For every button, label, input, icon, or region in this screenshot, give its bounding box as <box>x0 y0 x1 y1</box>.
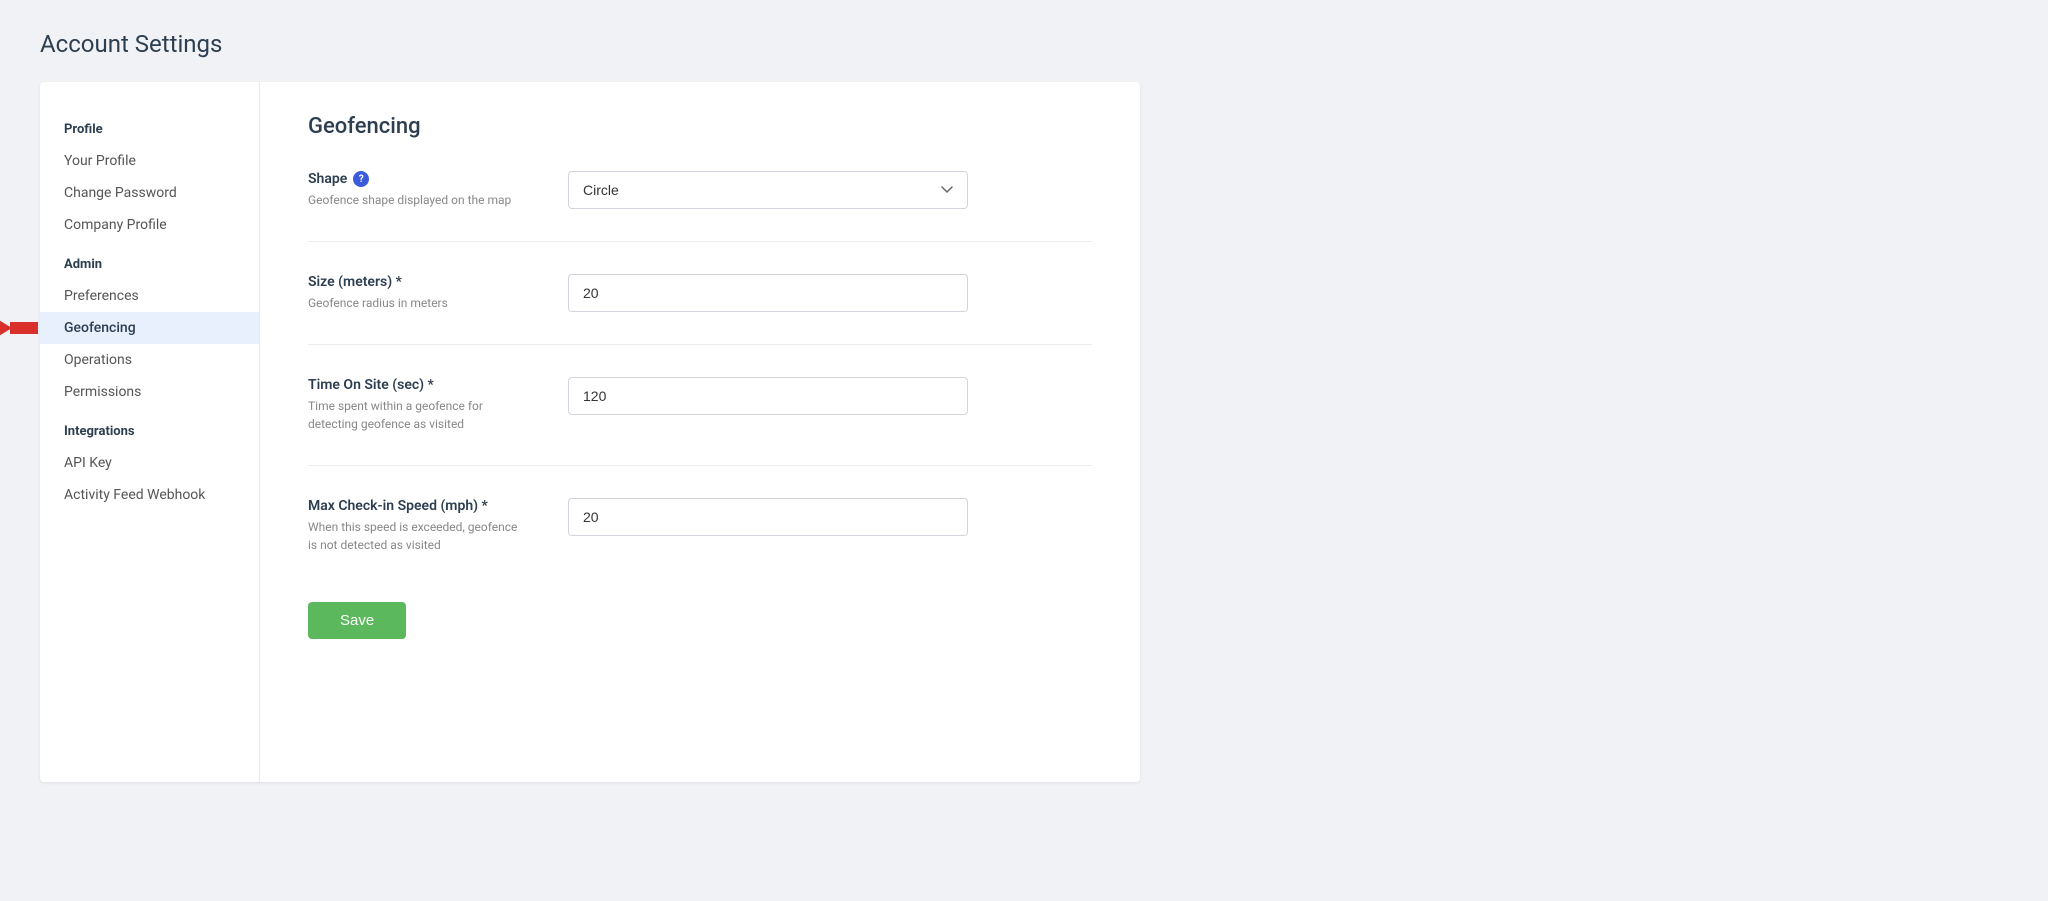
divider-2 <box>308 344 1092 345</box>
size-label: Size (meters) * <box>308 274 528 290</box>
size-input-col <box>568 274 1092 312</box>
sidebar: Profile Your Profile Change Password Com… <box>40 82 260 782</box>
shape-help-icon[interactable]: ? <box>353 171 369 187</box>
form-section-shape: Shape ? Geofence shape displayed on the … <box>308 171 1092 209</box>
shape-select[interactable]: Circle Rectangle Polygon <box>568 171 968 209</box>
arrow-indicator <box>0 310 38 346</box>
main-content: Geofencing Shape ? Geofence shape displa… <box>260 82 1140 782</box>
divider-3 <box>308 465 1092 466</box>
content-title: Geofencing <box>308 114 1092 139</box>
sidebar-item-api-key[interactable]: API Key <box>40 447 259 479</box>
max-checkin-speed-input-col <box>568 498 1092 554</box>
shape-input-col: Circle Rectangle Polygon <box>568 171 1092 209</box>
main-card: Profile Your Profile Change Password Com… <box>40 82 1140 782</box>
shape-description: Geofence shape displayed on the map <box>308 191 528 209</box>
sidebar-item-your-profile[interactable]: Your Profile <box>40 145 259 177</box>
sidebar-section-admin: Admin Preferences Geofencing Operations … <box>40 241 259 408</box>
save-button[interactable]: Save <box>308 602 406 639</box>
sidebar-section-admin-label: Admin <box>40 241 259 280</box>
save-row: Save <box>308 586 1092 639</box>
sidebar-item-operations[interactable]: Operations <box>40 344 259 376</box>
max-checkin-speed-input[interactable] <box>568 498 968 536</box>
shape-label: Shape ? <box>308 171 528 187</box>
sidebar-section-integrations: Integrations API Key Activity Feed Webho… <box>40 408 259 511</box>
form-section-time-on-site: Time On Site (sec) * Time spent within a… <box>308 377 1092 433</box>
time-on-site-label-col: Time On Site (sec) * Time spent within a… <box>308 377 528 433</box>
time-on-site-input[interactable] <box>568 377 968 415</box>
max-checkin-speed-label-col: Max Check-in Speed (mph) * When this spe… <box>308 498 528 554</box>
sidebar-item-company-profile[interactable]: Company Profile <box>40 209 259 241</box>
sidebar-section-profile: Profile Your Profile Change Password Com… <box>40 106 259 241</box>
time-on-site-input-col <box>568 377 1092 433</box>
sidebar-section-profile-label: Profile <box>40 106 259 145</box>
size-input[interactable] <box>568 274 968 312</box>
sidebar-item-permissions[interactable]: Permissions <box>40 376 259 408</box>
sidebar-item-activity-feed-webhook[interactable]: Activity Feed Webhook <box>40 479 259 511</box>
time-on-site-description: Time spent within a geofence for detecti… <box>308 397 528 433</box>
page-title: Account Settings <box>40 30 2008 58</box>
max-checkin-speed-description: When this speed is exceeded, geofence is… <box>308 518 528 554</box>
sidebar-item-preferences[interactable]: Preferences <box>40 280 259 312</box>
shape-label-col: Shape ? Geofence shape displayed on the … <box>308 171 528 209</box>
time-on-site-label: Time On Site (sec) * <box>308 377 528 393</box>
size-label-col: Size (meters) * Geofence radius in meter… <box>308 274 528 312</box>
sidebar-item-geofencing[interactable]: Geofencing <box>40 312 259 344</box>
size-description: Geofence radius in meters <box>308 294 528 312</box>
max-checkin-speed-label: Max Check-in Speed (mph) * <box>308 498 528 514</box>
sidebar-item-change-password[interactable]: Change Password <box>40 177 259 209</box>
form-section-max-checkin-speed: Max Check-in Speed (mph) * When this spe… <box>308 498 1092 554</box>
form-section-size: Size (meters) * Geofence radius in meter… <box>308 274 1092 312</box>
sidebar-section-integrations-label: Integrations <box>40 408 259 447</box>
divider-1 <box>308 241 1092 242</box>
